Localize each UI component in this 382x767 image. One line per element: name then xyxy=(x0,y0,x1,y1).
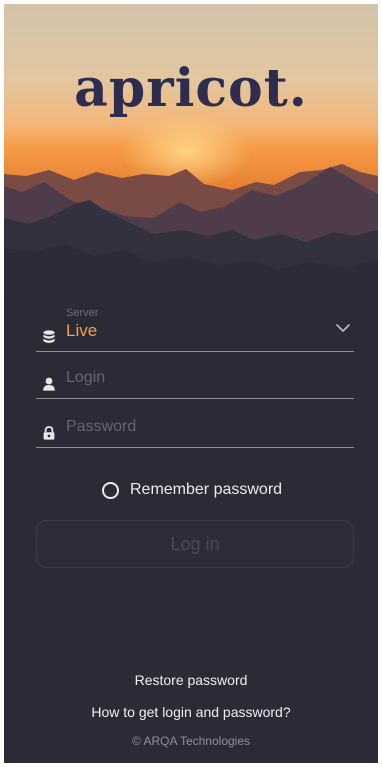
server-caption: Server xyxy=(66,307,99,319)
chevron-down-icon[interactable] xyxy=(336,320,350,332)
password-field xyxy=(36,401,354,448)
remember-password-label: Remember password xyxy=(130,481,283,498)
login-input[interactable] xyxy=(66,366,336,390)
remember-radio[interactable] xyxy=(102,481,119,499)
login-help-link[interactable]: How to get login and password? xyxy=(4,704,378,720)
remember-password-toggle[interactable]: Remember password xyxy=(102,479,282,501)
database-icon xyxy=(42,330,56,344)
login-screen: apricot. Server Live Login Remember pass… xyxy=(4,4,378,763)
copyright-text: © ARQA Technologies xyxy=(131,734,251,748)
login-field xyxy=(36,352,354,399)
apricot-logo: apricot. xyxy=(74,58,308,119)
restore-password-link[interactable]: Restore password xyxy=(4,672,378,688)
user-icon xyxy=(42,377,56,391)
lock-icon xyxy=(42,426,56,440)
password-input[interactable] xyxy=(66,415,336,439)
log-in-button[interactable]: Log in xyxy=(36,520,354,568)
mountain-sunset-background xyxy=(4,4,378,334)
server-select[interactable]: Server Live xyxy=(36,305,354,352)
server-value: Live xyxy=(66,321,98,340)
